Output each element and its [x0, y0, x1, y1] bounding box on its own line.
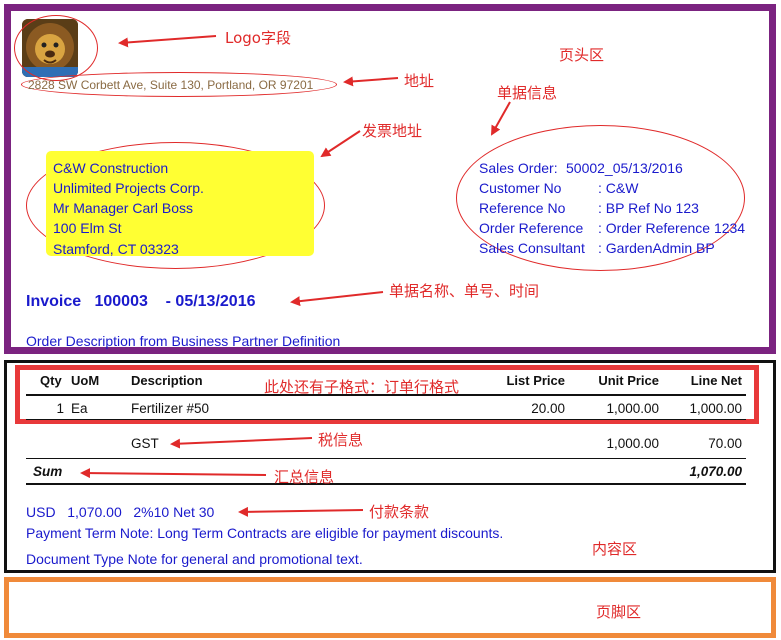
- arrow-to-tax: [170, 437, 313, 449]
- annotation-arrows: [80, 35, 511, 517]
- arrow-to-sum: [80, 468, 267, 479]
- arrow-to-bill-address: [320, 130, 361, 158]
- arrow-to-doc-info: [491, 101, 511, 136]
- arrow-to-payment: [238, 506, 364, 517]
- arrow-to-logo: [118, 35, 217, 48]
- arrow-to-address: [343, 76, 399, 87]
- arrow-to-title: [290, 291, 384, 307]
